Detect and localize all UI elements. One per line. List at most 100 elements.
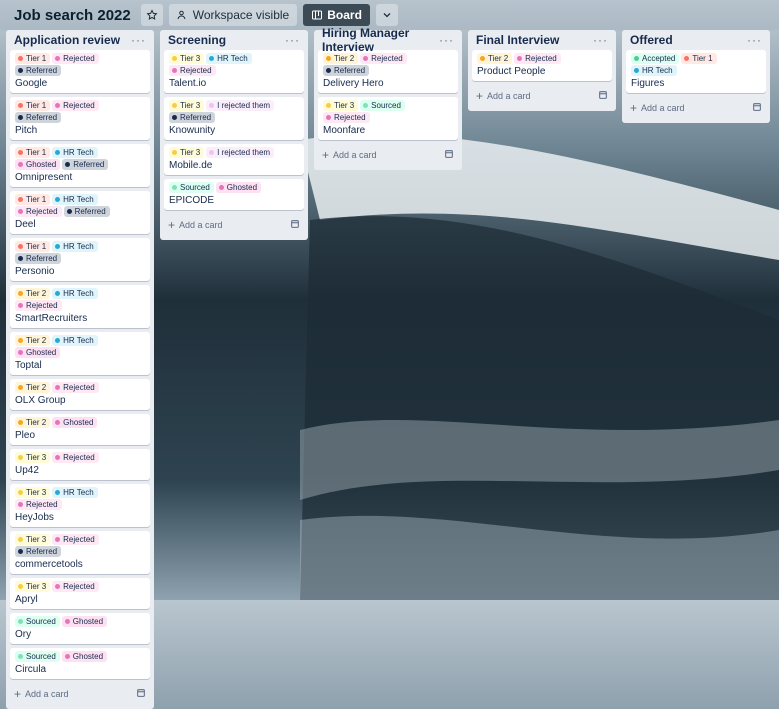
card-label[interactable]: Rejected <box>15 499 62 510</box>
card-label[interactable]: Tier 3 <box>169 147 205 158</box>
card[interactable]: Tier 3 I rejected them Referred Knowunity <box>164 97 304 140</box>
card-label[interactable]: Sourced <box>15 651 60 662</box>
card[interactable]: Tier 3 HR Tech Rejected Talent.io <box>164 50 304 93</box>
card-label[interactable]: Tier 3 <box>169 100 205 111</box>
card[interactable]: Tier 3 HR Tech Rejected HeyJobs <box>10 484 150 527</box>
card-label[interactable]: Ghosted <box>61 616 108 627</box>
card-label[interactable]: Tier 2 <box>15 335 51 346</box>
card-label[interactable]: Tier 3 <box>15 452 51 463</box>
card[interactable]: Tier 1 HR Tech Ghosted Referred Omnipresent <box>10 144 150 187</box>
card-label[interactable]: Rejected <box>514 53 561 64</box>
card-label[interactable]: Rejected <box>52 452 99 463</box>
card-label[interactable]: Tier 2 <box>477 53 513 64</box>
card-label[interactable]: Referred <box>62 159 109 170</box>
card-label[interactable]: Tier 1 <box>15 241 51 252</box>
card-label[interactable]: HR Tech <box>52 147 98 158</box>
card-label[interactable]: Tier 3 <box>323 100 359 111</box>
card-label[interactable]: Tier 2 <box>15 382 51 393</box>
card[interactable]: Tier 3 Sourced Rejected Moonfare <box>318 97 458 140</box>
card-label[interactable]: Rejected <box>360 53 407 64</box>
card-label[interactable]: Tier 2 <box>323 53 359 64</box>
card[interactable]: Tier 1 Rejected Referred Google <box>10 50 150 93</box>
card-label[interactable]: Ghosted <box>15 159 61 170</box>
card[interactable]: Tier 3 I rejected them Mobile.de <box>164 144 304 175</box>
card-label[interactable]: Tier 1 <box>681 53 717 64</box>
card-label[interactable]: Ghosted <box>15 347 61 358</box>
list-title[interactable]: Offered <box>630 33 673 47</box>
list-menu-icon[interactable]: ··· <box>593 33 608 47</box>
add-card-button[interactable]: + Add a card <box>14 687 69 701</box>
card[interactable]: Tier 2 HR Tech Ghosted Toptal <box>10 332 150 375</box>
add-card-button[interactable]: + Add a card <box>476 89 531 103</box>
board-title[interactable]: Job search 2022 <box>14 7 131 24</box>
card-label[interactable]: Referred <box>169 112 216 123</box>
card-label[interactable]: HR Tech <box>52 241 98 252</box>
card[interactable]: Tier 2 Ghosted Pleo <box>10 414 150 445</box>
add-card-button[interactable]: + Add a card <box>322 148 377 162</box>
card-label[interactable]: Referred <box>63 206 110 217</box>
card[interactable]: Tier 1 Rejected Referred Pitch <box>10 97 150 140</box>
list-title[interactable]: Hiring Manager Interview <box>322 26 439 54</box>
card-label[interactable]: Rejected <box>52 53 99 64</box>
card-label[interactable]: Tier 1 <box>15 194 51 205</box>
list-menu-icon[interactable]: ··· <box>747 33 762 47</box>
card-label[interactable]: Referred <box>323 65 370 76</box>
card[interactable]: Tier 2 Rejected Referred Delivery Hero <box>318 50 458 93</box>
card-label[interactable]: Tier 1 <box>15 147 51 158</box>
card-label[interactable]: Ghosted <box>61 651 108 662</box>
card-label[interactable]: Referred <box>15 65 62 76</box>
card-label[interactable]: Tier 1 <box>15 53 51 64</box>
card-template-icon[interactable] <box>752 102 762 114</box>
card-template-icon[interactable] <box>598 90 608 102</box>
card-label[interactable]: HR Tech <box>52 194 98 205</box>
card[interactable]: Tier 2 Rejected OLX Group <box>10 379 150 410</box>
card[interactable]: Tier 1 HR Tech Rejected Referred Deel <box>10 191 150 234</box>
card-label[interactable]: HR Tech <box>52 335 98 346</box>
card-label[interactable]: Ghosted <box>215 182 262 193</box>
card[interactable]: Tier 3 Rejected Referred commercetools <box>10 531 150 574</box>
card-template-icon[interactable] <box>444 149 454 161</box>
list-title[interactable]: Final Interview <box>476 33 559 47</box>
card[interactable]: Tier 2 Rejected Product People <box>472 50 612 81</box>
card-label[interactable]: Referred <box>15 546 62 557</box>
card-label[interactable]: Sourced <box>169 182 214 193</box>
list-title[interactable]: Screening <box>168 33 226 47</box>
card-label[interactable]: Rejected <box>52 534 99 545</box>
card-label[interactable]: HR Tech <box>52 288 98 299</box>
card-label[interactable]: Rejected <box>52 382 99 393</box>
card[interactable]: Sourced Ghosted Circula <box>10 648 150 679</box>
card-label[interactable]: Sourced <box>15 616 60 627</box>
list-menu-icon[interactable]: ··· <box>285 33 300 47</box>
card-label[interactable]: I rejected them <box>206 100 275 111</box>
card[interactable]: Sourced Ghosted Ory <box>10 613 150 644</box>
card-label[interactable]: Rejected <box>15 300 62 311</box>
card[interactable]: Tier 2 HR Tech Rejected SmartRecruiters <box>10 285 150 328</box>
card-label[interactable]: Referred <box>15 253 62 264</box>
card-label[interactable]: Referred <box>15 112 62 123</box>
card[interactable]: Sourced Ghosted EPICODE <box>164 179 304 210</box>
card-label[interactable]: Tier 3 <box>15 487 51 498</box>
card-label[interactable]: Tier 2 <box>15 417 51 428</box>
card-label[interactable]: Tier 3 <box>15 534 51 545</box>
visibility-button[interactable]: Workspace visible <box>168 4 298 26</box>
card-label[interactable]: Ghosted <box>52 417 98 428</box>
card-label[interactable]: Tier 1 <box>15 100 51 111</box>
card-label[interactable]: Rejected <box>52 100 99 111</box>
list-title[interactable]: Application review <box>14 33 120 47</box>
card-label[interactable]: Accepted <box>631 53 680 64</box>
card-label[interactable]: HR Tech <box>52 487 98 498</box>
list-menu-icon[interactable]: ··· <box>439 33 454 47</box>
board-view-button[interactable]: Board <box>303 4 370 26</box>
add-card-button[interactable]: + Add a card <box>168 218 223 232</box>
card-label[interactable]: Tier 3 <box>15 581 51 592</box>
card[interactable]: Tier 1 HR Tech Referred Personio <box>10 238 150 281</box>
list-menu-icon[interactable]: ··· <box>131 33 146 47</box>
star-button[interactable] <box>140 4 163 26</box>
view-dropdown-button[interactable] <box>375 4 398 26</box>
card[interactable]: Accepted Tier 1 HR Tech Figures <box>626 50 766 93</box>
card[interactable]: Tier 3 Rejected Up42 <box>10 449 150 480</box>
card-label[interactable]: Sourced <box>360 100 405 111</box>
card-label[interactable]: Rejected <box>169 65 216 76</box>
card-label[interactable]: Tier 3 <box>169 53 205 64</box>
card[interactable]: Tier 3 Rejected Apryl <box>10 578 150 609</box>
